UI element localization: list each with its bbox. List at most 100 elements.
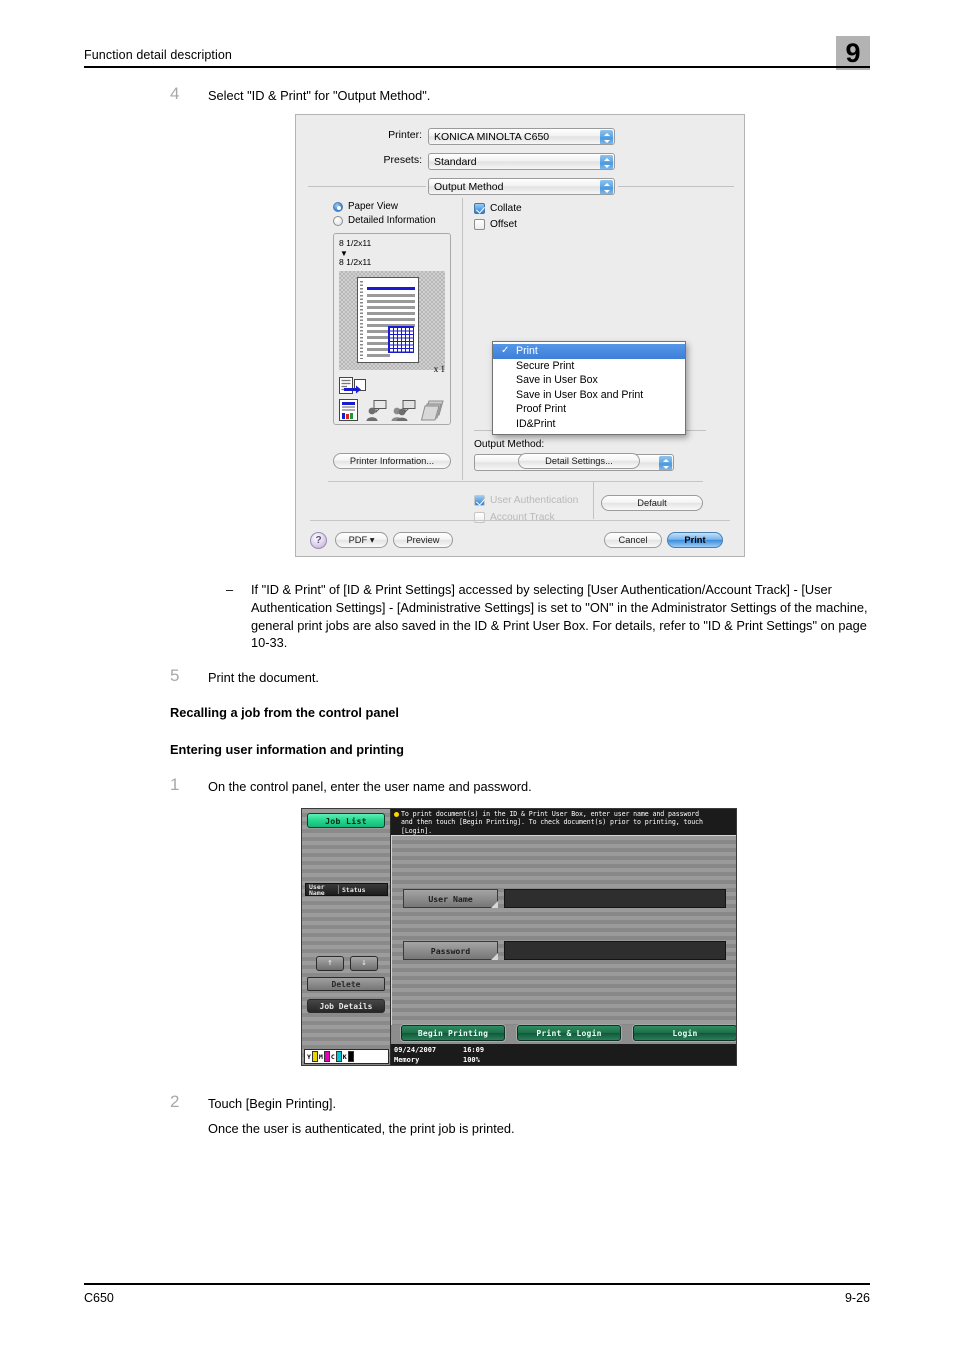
menu-item-secure-print[interactable]: Secure Print: [493, 359, 685, 374]
mfp-control-panel: Job List User Name Status ↑ ↓ Delete Job…: [301, 808, 737, 1066]
chevron-updown-icon: [600, 155, 613, 169]
toner-magenta: M: [319, 1051, 330, 1062]
menu-item-proof-print[interactable]: Proof Print: [493, 402, 685, 417]
panel-main-area: To print document(s) in the ID & Print U…: [391, 809, 736, 1065]
step-5-number: 5: [170, 666, 180, 685]
menu-item-print[interactable]: ✓ Print: [493, 344, 685, 359]
menu-item-id-and-print[interactable]: ID&Print: [493, 417, 685, 432]
toner-cyan: C: [331, 1051, 342, 1062]
pdf-button[interactable]: PDF ▾: [335, 532, 388, 548]
user-group-icon: [391, 400, 416, 421]
check-icon: ✓: [501, 345, 510, 356]
checkbox-offset[interactable]: Offset: [474, 217, 719, 233]
radio-detailed-information-label: Detailed Information: [348, 215, 436, 226]
paper-thumbnail: [339, 271, 445, 370]
chevron-updown-icon: [600, 130, 613, 144]
toner-black: K: [343, 1051, 354, 1062]
radio-paper-view-label: Paper View: [348, 201, 398, 212]
presets-select[interactable]: Standard: [428, 153, 615, 170]
preview-button[interactable]: Preview: [393, 532, 453, 548]
panel-status-bar: 09/24/2007 Memory 16:09 100%: [391, 1044, 736, 1065]
paper-size-bottom: 8 1/2x11: [339, 257, 372, 267]
print-button[interactable]: Print: [667, 532, 723, 548]
mac-print-dialog: Printer: KONICA MINOLTA C650 Presets: St…: [295, 114, 745, 557]
detail-settings-button[interactable]: Detail Settings...: [518, 453, 640, 469]
printer-select-value: KONICA MINOLTA C650: [434, 131, 550, 143]
footer-rule: [84, 1283, 870, 1285]
step-1-number: 1: [170, 775, 180, 794]
checkbox-collate[interactable]: Collate: [474, 201, 719, 217]
toner-level-indicator: Y M C K: [304, 1049, 389, 1064]
status-memory-label: Memory: [394, 1056, 420, 1064]
printer-row: Printer: KONICA MINOLTA C650: [388, 128, 615, 145]
step-5-text: Print the document.: [208, 670, 319, 685]
password-button[interactable]: Password: [403, 941, 498, 960]
header-rule: [84, 65, 870, 68]
step-1-text: On the control panel, enter the user nam…: [208, 779, 532, 794]
status-time: 16:09: [463, 1046, 485, 1054]
job-list-column-headers: User Name Status: [305, 883, 388, 896]
footer-model: C650: [84, 1291, 114, 1305]
password-input[interactable]: [504, 941, 726, 960]
password-field-row: Password: [403, 941, 726, 960]
scroll-down-button[interactable]: ↓: [350, 956, 378, 971]
user-single-icon: [366, 400, 387, 421]
printer-select[interactable]: KONICA MINOLTA C650: [428, 128, 615, 145]
login-form-area: User Name Password: [391, 835, 736, 1025]
paper-sheet: [357, 277, 419, 363]
pane-select[interactable]: Output Method: [428, 178, 615, 195]
status-date: 09/24/2007: [394, 1046, 437, 1054]
step-2-text: Touch [Begin Printing].: [208, 1096, 337, 1111]
presets-row: Presets: Standard: [383, 153, 615, 170]
login-button[interactable]: Login: [633, 1025, 736, 1041]
action-button-row: Begin Printing Print & Login Login: [391, 1025, 736, 1043]
stack-of-sheets-icon: [421, 400, 444, 421]
print-and-login-button[interactable]: Print & Login: [517, 1025, 621, 1041]
user-name-button[interactable]: User Name: [403, 889, 498, 908]
radio-detailed-information[interactable]: Detailed Information: [333, 214, 451, 228]
step-2-number: 2: [170, 1092, 180, 1111]
panel-sidebar: Job List User Name Status ↑ ↓ Delete Job…: [302, 809, 391, 1065]
note-text: If "ID & Print" of [ID & Print Settings]…: [251, 582, 868, 651]
step-4-text: Select "ID & Print" for "Output Method".: [208, 88, 431, 103]
instruction-message: To print document(s) in the ID & Print U…: [391, 809, 736, 835]
scroll-up-button[interactable]: ↑: [316, 956, 344, 971]
menu-item-save-in-user-box-and-print[interactable]: Save in User Box and Print: [493, 388, 685, 403]
footer-page-number: 9-26: [844, 1291, 870, 1305]
checkbox-user-authentication[interactable]: User Authentication: [474, 493, 578, 509]
status-memory-value: 100%: [463, 1056, 480, 1064]
begin-printing-button[interactable]: Begin Printing: [401, 1025, 505, 1041]
job-list-button[interactable]: Job List: [307, 813, 385, 828]
delete-button[interactable]: Delete: [307, 977, 385, 991]
menu-item-save-in-user-box-label: Save in User Box: [516, 374, 598, 387]
column-header-user-name: User Name: [309, 883, 325, 897]
menu-item-secure-print-label: Secure Print: [516, 359, 575, 372]
column-header-status: Status: [342, 886, 366, 894]
printer-information-row: Printer Information...: [333, 453, 451, 469]
menu-item-save-in-user-box-and-print-label: Save in User Box and Print: [516, 388, 644, 401]
binding-holes-icon: [360, 281, 363, 359]
user-name-input[interactable]: [504, 889, 726, 908]
printer-information-button[interactable]: Printer Information...: [333, 453, 451, 469]
cancel-button[interactable]: Cancel: [604, 532, 662, 548]
pane-divider: [462, 198, 463, 480]
radio-on-icon: [333, 202, 343, 212]
checkbox-collate-label: Collate: [490, 203, 522, 214]
radio-paper-view[interactable]: Paper View: [333, 200, 451, 214]
help-button[interactable]: ?: [310, 532, 327, 549]
lower-rule-2: [310, 520, 730, 521]
menu-item-save-in-user-box[interactable]: Save in User Box: [493, 373, 685, 388]
printer-label: Printer:: [388, 129, 422, 141]
checkbox-offset-label: Offset: [490, 219, 517, 230]
checkbox-user-authentication-label: User Authentication: [490, 495, 579, 506]
checkbox-checked-icon: [474, 495, 485, 506]
table-graphic: [388, 326, 414, 353]
output-flow-icon: [339, 377, 369, 397]
preview-pane: Paper View Detailed Information 8 1/2x11…: [333, 200, 451, 425]
page-footer: C650 9-26: [84, 1283, 870, 1305]
page-header: Function detail description 9: [84, 36, 870, 70]
step-4-number: 4: [170, 84, 180, 103]
default-button[interactable]: Default: [601, 495, 703, 511]
job-details-button[interactable]: Job Details: [307, 999, 385, 1013]
checkbox-account-track[interactable]: Account Track: [474, 510, 555, 526]
